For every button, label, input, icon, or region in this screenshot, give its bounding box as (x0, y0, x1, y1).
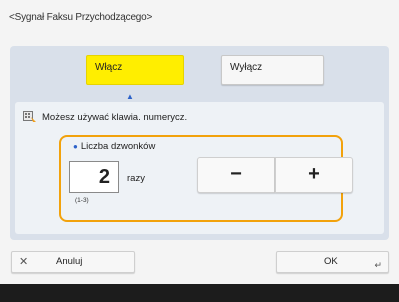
close-icon: ✕ (19, 256, 29, 268)
cancel-label: Anuluj (56, 256, 83, 267)
bullet-icon: ● (73, 142, 78, 151)
window-title: <Sygnał Faksu Przychodzącego> (9, 12, 153, 23)
rings-value-field[interactable]: 2 (69, 161, 119, 193)
ok-button[interactable]: OK ↵ (276, 251, 389, 273)
ok-label: OK (324, 256, 338, 267)
rings-settings-area: Możesz używać klawia. numerycz. ● Liczba … (15, 102, 384, 234)
rings-label: ● Liczba dzwonków (73, 141, 155, 152)
triangle-up-icon: ▲ (126, 92, 134, 101)
rings-group: ● Liczba dzwonków 2 razy (1-3) − + (59, 135, 353, 222)
decrement-button[interactable]: − (197, 157, 275, 193)
rings-label-text: Liczba dzwonków (80, 141, 156, 152)
keypad-hint: Możesz używać klawia. numerycz. (42, 112, 188, 123)
cancel-button[interactable]: ✕ Anuluj (11, 251, 135, 273)
keypad-icon (23, 111, 36, 122)
status-bar (0, 284, 399, 302)
increment-button[interactable]: + (275, 157, 353, 193)
rings-unit: razy (127, 173, 145, 184)
on-button[interactable]: Włącz (86, 55, 184, 85)
settings-panel: Włącz Wyłącz ▲ Możesz używać klawia. num… (10, 46, 389, 240)
return-icon: ↵ (374, 260, 382, 270)
rings-range: (1-3) (75, 197, 89, 204)
off-button[interactable]: Wyłącz (221, 55, 324, 85)
